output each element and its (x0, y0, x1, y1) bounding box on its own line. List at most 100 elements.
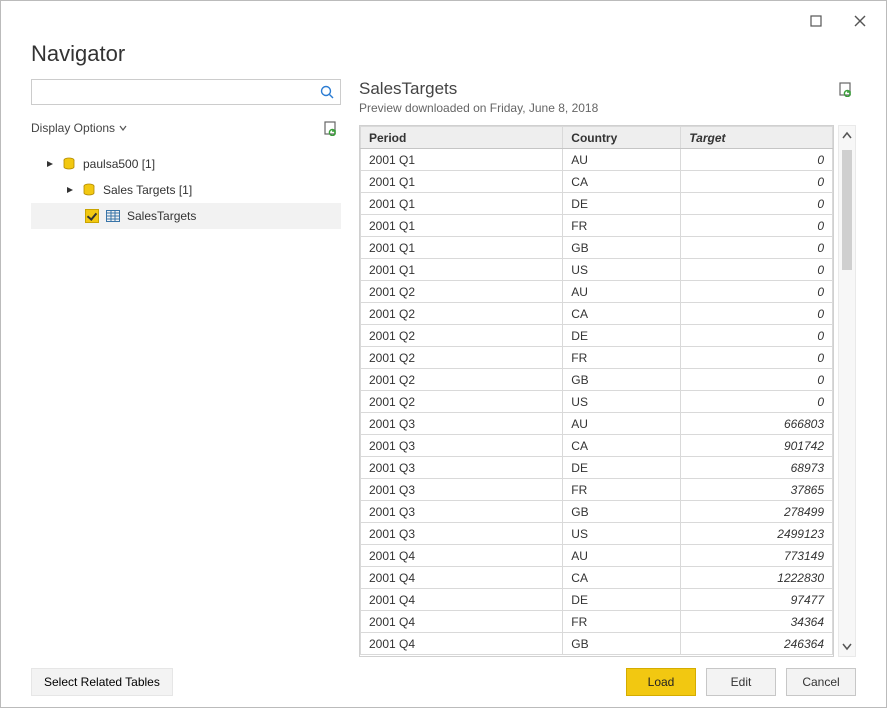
cell-period: 2001 Q3 (361, 435, 563, 457)
table-row[interactable]: 2001 Q4AU773149 (361, 545, 833, 567)
table-row[interactable]: 2001 Q4DE97477 (361, 589, 833, 611)
table-row[interactable]: 2001 Q2US0 (361, 391, 833, 413)
cell-period: 2001 Q2 (361, 347, 563, 369)
tree-node-database[interactable]: paulsa500 [1] (31, 151, 341, 177)
table-row[interactable]: 2001 Q3GB278499 (361, 501, 833, 523)
tree-node-label: Sales Targets [1] (103, 183, 192, 197)
cell-period: 2001 Q4 (361, 633, 563, 655)
preview-subtitle: Preview downloaded on Friday, June 8, 20… (359, 101, 598, 115)
search-box[interactable] (31, 79, 341, 105)
cell-target: 0 (681, 281, 833, 303)
options-row: Display Options (31, 115, 341, 141)
cell-target: 901742 (681, 435, 833, 457)
cell-period: 2001 Q4 (361, 611, 563, 633)
cell-period: 2001 Q2 (361, 303, 563, 325)
cell-period: 2001 Q4 (361, 589, 563, 611)
display-options-dropdown[interactable]: Display Options (31, 121, 127, 135)
chevron-down-icon (119, 124, 127, 132)
vertical-scrollbar[interactable] (838, 125, 856, 657)
preview-table-area[interactable]: Period Country Target 2001 Q1AU02001 Q1C… (359, 125, 834, 657)
cell-period: 2001 Q2 (361, 281, 563, 303)
display-options-label: Display Options (31, 121, 115, 135)
cell-period: 2001 Q4 (361, 545, 563, 567)
table-row[interactable]: 2001 Q2DE0 (361, 325, 833, 347)
cancel-button[interactable]: Cancel (786, 668, 856, 696)
expander-icon[interactable] (45, 160, 55, 168)
cell-target: 0 (681, 149, 833, 171)
cell-country: DE (563, 457, 681, 479)
cell-target: 666803 (681, 413, 833, 435)
load-button[interactable]: Load (626, 668, 696, 696)
table-row[interactable]: 2001 Q2GB0 (361, 369, 833, 391)
refresh-preview-icon[interactable] (836, 79, 856, 99)
close-button[interactable] (840, 6, 880, 36)
expander-icon[interactable] (65, 186, 75, 194)
select-related-tables-button[interactable]: Select Related Tables (31, 668, 173, 696)
refresh-icon[interactable] (321, 118, 341, 138)
cell-country: FR (563, 611, 681, 633)
preview-title: SalesTargets (359, 79, 598, 99)
cell-period: 2001 Q3 (361, 457, 563, 479)
table-row[interactable]: 2001 Q3DE68973 (361, 457, 833, 479)
cell-period: 2001 Q1 (361, 215, 563, 237)
cell-country: DE (563, 325, 681, 347)
tree-node-label: SalesTargets (127, 209, 196, 223)
tree-node-folder[interactable]: Sales Targets [1] (31, 177, 341, 203)
cell-target: 0 (681, 171, 833, 193)
cell-period: 2001 Q1 (361, 149, 563, 171)
cell-target: 0 (681, 193, 833, 215)
cell-target: 68973 (681, 457, 833, 479)
cell-country: US (563, 391, 681, 413)
table-row[interactable]: 2001 Q4GB246364 (361, 633, 833, 655)
dialog-title: Navigator (31, 41, 856, 67)
table-row[interactable]: 2001 Q2AU0 (361, 281, 833, 303)
table-row[interactable]: 2001 Q4CA1222830 (361, 567, 833, 589)
cell-target: 0 (681, 325, 833, 347)
scroll-up-arrow[interactable] (839, 126, 855, 146)
cell-period: 2001 Q3 (361, 501, 563, 523)
table-row[interactable]: 2001 Q1DE0 (361, 193, 833, 215)
search-input[interactable] (38, 81, 320, 103)
column-header-country[interactable]: Country (563, 127, 681, 149)
table-row[interactable]: 2001 Q3FR37865 (361, 479, 833, 501)
table-row[interactable]: 2001 Q1CA0 (361, 171, 833, 193)
tree-checkbox[interactable] (85, 209, 99, 223)
navigator-tree[interactable]: paulsa500 [1] Sales Targets [1] (31, 151, 341, 657)
edit-button[interactable]: Edit (706, 668, 776, 696)
table-row[interactable]: 2001 Q1AU0 (361, 149, 833, 171)
tree-node-table[interactable]: SalesTargets (31, 203, 341, 229)
cell-target: 773149 (681, 545, 833, 567)
cell-target: 0 (681, 215, 833, 237)
table-row[interactable]: 2001 Q2FR0 (361, 347, 833, 369)
search-icon[interactable] (320, 85, 334, 99)
table-row[interactable]: 2001 Q3US2499123 (361, 523, 833, 545)
cell-target: 0 (681, 391, 833, 413)
column-header-target[interactable]: Target (681, 127, 833, 149)
cell-period: 2001 Q4 (361, 567, 563, 589)
cell-country: FR (563, 479, 681, 501)
maximize-button[interactable] (796, 6, 836, 36)
scroll-down-arrow[interactable] (839, 636, 855, 656)
dialog-footer: Select Related Tables Load Edit Cancel (1, 657, 886, 707)
database-icon (81, 182, 97, 198)
titlebar (1, 1, 886, 41)
cell-period: 2001 Q2 (361, 391, 563, 413)
navigator-dialog: Navigator Display Options (0, 0, 887, 708)
table-row[interactable]: 2001 Q3CA901742 (361, 435, 833, 457)
table-row[interactable]: 2001 Q4FR34364 (361, 611, 833, 633)
cell-country: US (563, 259, 681, 281)
scroll-thumb[interactable] (842, 150, 852, 270)
column-header-period[interactable]: Period (361, 127, 563, 149)
table-row[interactable]: 2001 Q3AU666803 (361, 413, 833, 435)
cell-country: CA (563, 435, 681, 457)
cell-period: 2001 Q1 (361, 193, 563, 215)
cell-target: 0 (681, 259, 833, 281)
table-row[interactable]: 2001 Q1US0 (361, 259, 833, 281)
cell-country: DE (563, 589, 681, 611)
table-row[interactable]: 2001 Q2CA0 (361, 303, 833, 325)
table-row[interactable]: 2001 Q1FR0 (361, 215, 833, 237)
cell-period: 2001 Q3 (361, 479, 563, 501)
table-row[interactable]: 2001 Q1GB0 (361, 237, 833, 259)
cell-country: US (563, 523, 681, 545)
cell-target: 2499123 (681, 523, 833, 545)
